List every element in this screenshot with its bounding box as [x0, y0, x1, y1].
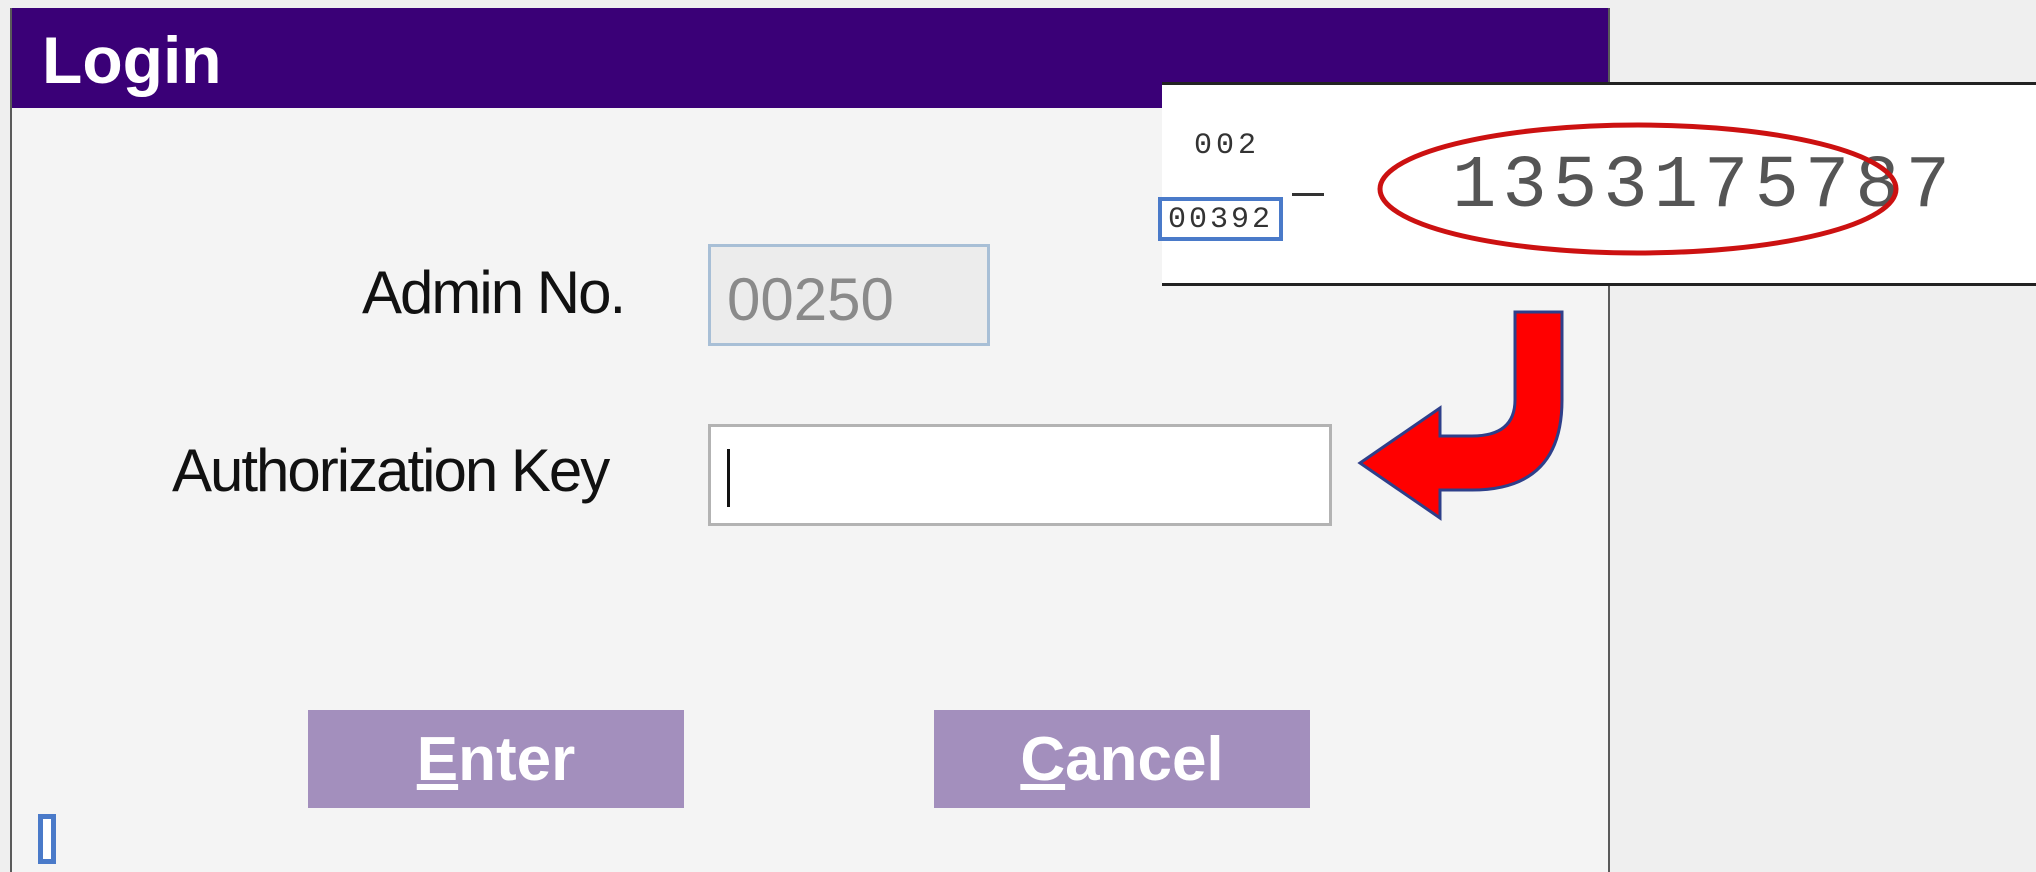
small-square-icon [38, 814, 56, 864]
enter-label-rest: nter [458, 724, 576, 794]
cancel-label-rest: ancel [1065, 724, 1224, 794]
admin-no-field: 00250 [708, 244, 990, 346]
enter-mnemonic: E [416, 724, 459, 794]
cancel-mnemonic: C [1020, 724, 1066, 794]
curved-arrow-icon [1357, 310, 1564, 521]
dialog-title: Login [42, 23, 222, 97]
receipt-inset: 002 00392 1353175787 [1158, 82, 2036, 286]
text-caret [727, 449, 730, 507]
authorization-key-label: Authorization Key [172, 437, 610, 504]
authorization-key-input[interactable] [708, 424, 1332, 526]
enter-button[interactable]: Enter [308, 710, 684, 808]
cancel-button[interactable]: Cancel [934, 710, 1310, 808]
highlight-ellipse-icon [1377, 122, 1899, 256]
admin-no-label: Admin No. [362, 259, 626, 326]
